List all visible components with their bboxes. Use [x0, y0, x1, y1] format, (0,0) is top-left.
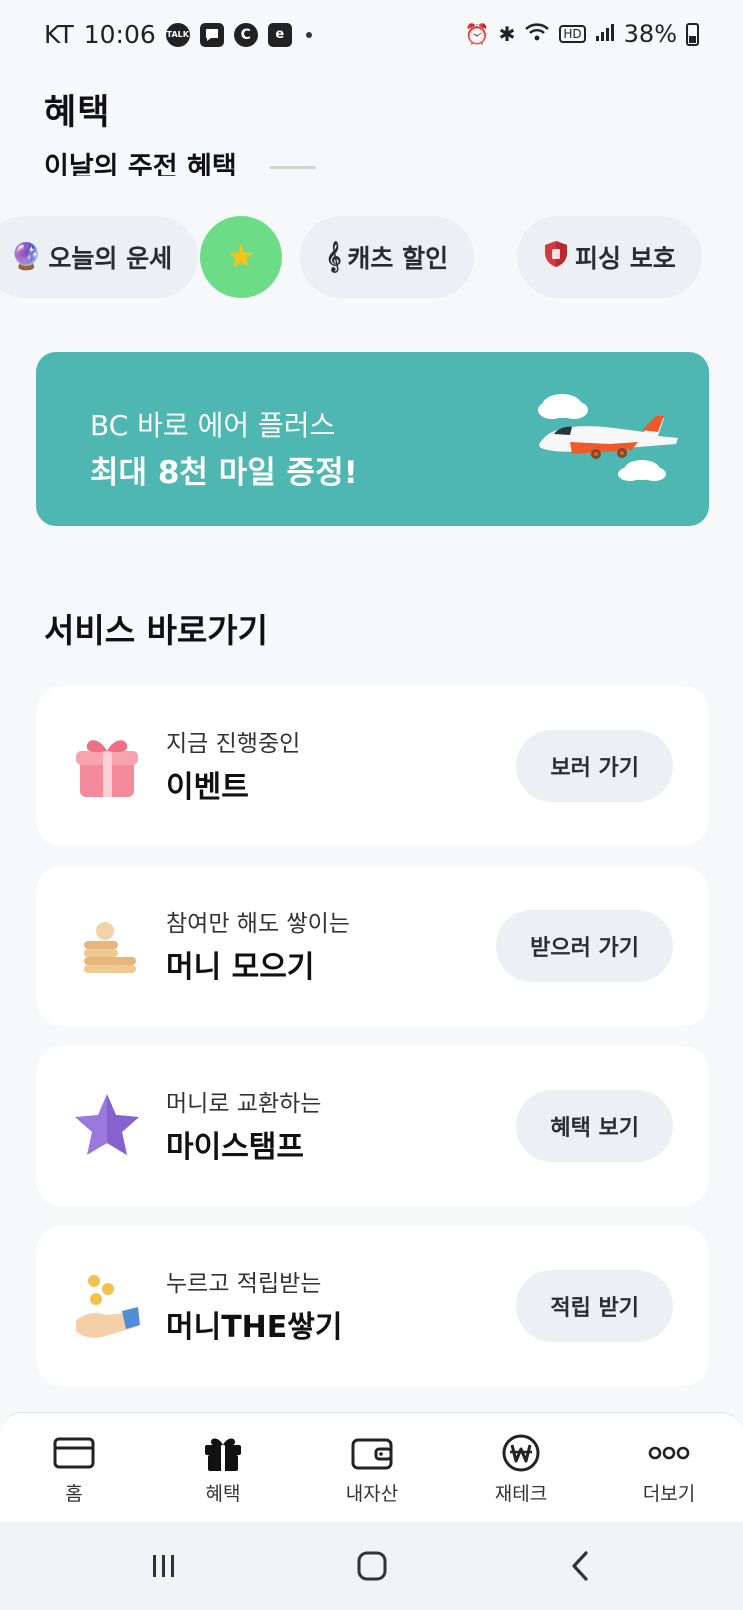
star-icon: ★ — [225, 237, 257, 277]
card-subtitle: 머니로 교환하는 — [166, 1091, 322, 1117]
status-right: ⏰ ✱ HD 38% — [465, 20, 699, 48]
service-card-money-collect[interactable]: 참여만 해도 쌓이는 머니 모으기 받으러 가기 — [36, 866, 709, 1026]
recent-apps-icon[interactable] — [134, 1544, 194, 1588]
gift-box-icon — [205, 1438, 241, 1471]
nav-more[interactable]: 더보기 — [619, 1433, 719, 1506]
page-title: 혜택 — [44, 93, 111, 133]
money-collect-button[interactable]: 받으러 가기 — [496, 910, 673, 982]
chip-label: 피싱 보호 — [575, 244, 676, 273]
banner-subtitle: BC 바로 에어 플러스 — [90, 409, 336, 442]
bottom-nav: 홈 혜택 내자산 재테크 더보기 — [0, 1412, 743, 1522]
chat-bubble-icon — [199, 22, 224, 47]
chip-cats-discount[interactable]: 𝄞 캐츠 할인 — [300, 216, 475, 298]
card-title: 마이스탬프 — [166, 1130, 304, 1165]
earn-points-button[interactable]: 적립 받기 — [516, 1270, 673, 1342]
nav-label: 혜택 — [205, 1483, 241, 1505]
won-icon — [502, 1434, 540, 1472]
app-screen: KT 10:06 TALK C e ⏰ ✱ HD 38% 혜택 이날의 주전 혜… — [0, 0, 743, 1610]
back-icon[interactable] — [551, 1544, 611, 1588]
chip-label: 캐츠 할인 — [347, 244, 449, 273]
bluetooth-icon: ✱ — [498, 22, 516, 46]
nav-label: 더보기 — [642, 1483, 696, 1505]
card-title: 이벤트 — [166, 770, 249, 805]
recommend-subtitle: 이날의 주전 혜택 — [44, 152, 237, 176]
card-subtitle: 누르고 적립받는 — [166, 1271, 322, 1297]
hand-coins-icon — [76, 1275, 140, 1338]
airplane-icon — [538, 394, 678, 481]
gift-icon — [76, 740, 138, 797]
card-subtitle: 지금 진행중인 — [166, 731, 301, 757]
more-notifications-dot — [305, 31, 312, 38]
c-circle-icon: C — [233, 22, 258, 47]
nav-label: 재테크 — [494, 1483, 548, 1505]
subtitle-decoration — [270, 166, 316, 169]
nav-home[interactable]: 홈 — [24, 1433, 124, 1506]
alarm-icon: ⏰ — [464, 22, 490, 46]
nav-assets[interactable]: 내자산 — [322, 1433, 422, 1506]
card-subtitle: 참여만 해도 쌓이는 — [166, 911, 350, 937]
talk-icon: TALK — [165, 22, 190, 47]
banner-title: 최대 8천 마일 증정! — [90, 455, 358, 491]
wallet-icon — [351, 1438, 393, 1470]
card-icon — [53, 1437, 95, 1469]
shield-icon — [543, 240, 569, 274]
battery-level: 38% — [623, 20, 677, 48]
nav-benefits[interactable]: 혜택 — [173, 1433, 273, 1506]
chip-fortune[interactable]: 🔮 오늘의 운세 — [0, 216, 199, 298]
card-title: 머니 모으기 — [166, 950, 315, 985]
service-card-event[interactable]: 지금 진행중인 이벤트 보러 가기 — [36, 686, 709, 846]
app-square-icon: e — [267, 22, 292, 47]
status-left: KT 10:06 TALK C e — [44, 20, 312, 49]
home-icon[interactable] — [342, 1544, 402, 1588]
chip-star[interactable]: ★ — [200, 216, 282, 298]
event-go-button[interactable]: 보러 가기 — [516, 730, 673, 802]
wifi-icon — [524, 20, 550, 48]
promo-banner[interactable]: BC 바로 에어 플러스 최대 8천 마일 증정! — [36, 352, 709, 526]
chip-phishing-protect[interactable]: 피싱 보호 — [517, 216, 702, 298]
nav-investment[interactable]: 재테크 — [471, 1433, 571, 1506]
services-section-title: 서비스 바로가기 — [44, 611, 269, 650]
service-card-money-the[interactable]: 누르고 적립받는 머니THE쌓기 적립 받기 — [36, 1226, 709, 1386]
nav-label: 내자산 — [345, 1483, 399, 1505]
service-card-mystamp[interactable]: 머니로 교환하는 마이스탬프 혜택 보기 — [36, 1046, 709, 1206]
crystal-ball-icon: 🔮 — [10, 242, 43, 272]
chip-label: 오늘의 운세 — [48, 244, 173, 273]
music-note-icon: 𝄞 — [326, 241, 342, 272]
system-nav-bar — [0, 1522, 743, 1610]
more-dots-icon — [648, 1446, 690, 1460]
signal-icon — [595, 20, 615, 48]
card-title: 머니THE쌓기 — [166, 1310, 343, 1345]
status-bar: KT 10:06 TALK C e ⏰ ✱ HD 38% — [0, 0, 743, 72]
hd-icon: HD — [559, 25, 586, 43]
coins-icon — [84, 922, 136, 973]
benefit-view-button[interactable]: 혜택 보기 — [516, 1090, 673, 1162]
clock: 10:06 — [83, 20, 156, 49]
battery-icon — [686, 22, 699, 46]
purple-star-icon — [75, 1094, 139, 1155]
nav-label: 홈 — [65, 1483, 83, 1505]
carrier: KT — [44, 20, 74, 49]
